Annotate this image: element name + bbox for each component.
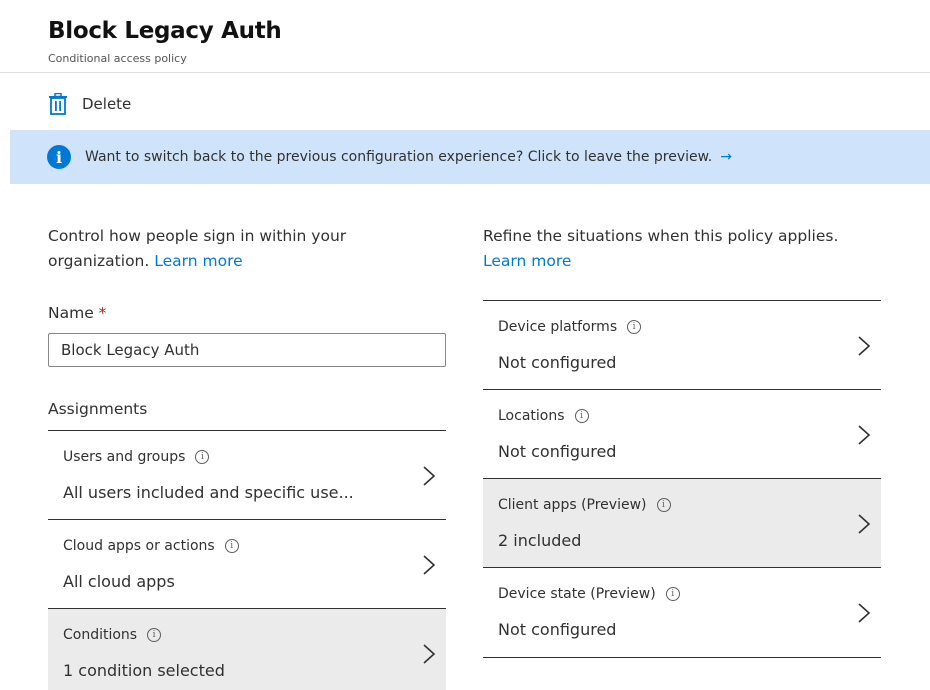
info-circle-icon[interactable]: i bbox=[574, 409, 589, 423]
row-title: Cloud apps or actions bbox=[63, 538, 215, 554]
header-divider bbox=[0, 72, 930, 73]
preview-banner[interactable]: i Want to switch back to the previous co… bbox=[10, 130, 930, 184]
row-value: All users included and specific use... bbox=[63, 483, 354, 502]
users-and-groups-row[interactable]: Users and groups i All users included an… bbox=[48, 430, 446, 520]
chevron-right-icon bbox=[423, 466, 436, 486]
row-title: Conditions bbox=[63, 627, 138, 643]
left-intro: Control how people sign in within your o… bbox=[48, 224, 428, 274]
row-title: Device state (Preview) bbox=[498, 586, 656, 602]
row-title-wrap: Users and groups i bbox=[63, 449, 210, 465]
info-circle-icon[interactable]: i bbox=[656, 498, 671, 512]
delete-button[interactable]: Delete bbox=[48, 90, 131, 118]
cloud-apps-row[interactable]: Cloud apps or actions i All cloud apps bbox=[48, 519, 446, 609]
chevron-right-icon bbox=[423, 644, 436, 664]
conditions-row[interactable]: Conditions i 1 condition selected bbox=[48, 608, 446, 690]
chevron-right-icon bbox=[858, 336, 871, 356]
row-title: Device platforms bbox=[498, 319, 618, 335]
policy-name-input[interactable] bbox=[48, 333, 446, 367]
row-value: 2 included bbox=[498, 531, 582, 550]
list-bottom-divider bbox=[483, 657, 881, 658]
right-learn-more-link[interactable]: Learn more bbox=[483, 252, 571, 270]
name-field-label: Name * bbox=[48, 304, 106, 322]
row-value: Not configured bbox=[498, 353, 617, 372]
row-title-wrap: Locations i bbox=[498, 408, 589, 424]
chevron-right-icon bbox=[858, 514, 871, 534]
page-title: Block Legacy Auth bbox=[48, 18, 282, 44]
arrow-right-icon: → bbox=[720, 149, 732, 165]
info-circle-icon[interactable]: i bbox=[665, 587, 680, 601]
row-title: Locations bbox=[498, 408, 565, 424]
trash-icon bbox=[49, 93, 67, 115]
info-circle-icon[interactable]: i bbox=[627, 320, 642, 334]
chevron-right-icon bbox=[858, 425, 871, 445]
locations-row[interactable]: Locations i Not configured bbox=[483, 389, 881, 479]
info-circle-icon[interactable]: i bbox=[147, 628, 162, 642]
right-intro-text: Refine the situations when this policy a… bbox=[483, 227, 839, 245]
row-title-wrap: Device state (Preview) i bbox=[498, 586, 680, 602]
row-title-wrap: Device platforms i bbox=[498, 319, 642, 335]
delete-label: Delete bbox=[82, 95, 132, 113]
page-subtitle: Conditional access policy bbox=[48, 52, 187, 65]
device-state-row[interactable]: Device state (Preview) i Not configured bbox=[483, 567, 881, 657]
assignments-heading: Assignments bbox=[48, 400, 148, 418]
info-circle-icon[interactable]: i bbox=[195, 450, 210, 464]
row-value: 1 condition selected bbox=[63, 661, 225, 680]
row-value: Not configured bbox=[498, 620, 617, 639]
row-value: All cloud apps bbox=[63, 572, 175, 591]
name-label-text: Name bbox=[48, 304, 94, 322]
left-learn-more-link[interactable]: Learn more bbox=[154, 252, 242, 270]
device-platforms-row[interactable]: Device platforms i Not configured bbox=[483, 300, 881, 390]
row-title: Client apps (Preview) bbox=[498, 497, 647, 513]
row-value: Not configured bbox=[498, 442, 617, 461]
chevron-right-icon bbox=[858, 603, 871, 623]
row-title: Users and groups bbox=[63, 449, 186, 465]
right-intro: Refine the situations when this policy a… bbox=[483, 224, 923, 274]
info-icon: i bbox=[47, 145, 71, 169]
client-apps-row[interactable]: Client apps (Preview) i 2 included bbox=[483, 478, 881, 568]
row-title-wrap: Conditions i bbox=[63, 627, 162, 643]
row-title-wrap: Cloud apps or actions i bbox=[63, 538, 239, 554]
required-indicator: * bbox=[98, 304, 107, 322]
info-circle-icon[interactable]: i bbox=[224, 539, 239, 553]
row-title-wrap: Client apps (Preview) i bbox=[498, 497, 671, 513]
chevron-right-icon bbox=[423, 555, 436, 575]
banner-message: Want to switch back to the previous conf… bbox=[85, 149, 713, 165]
